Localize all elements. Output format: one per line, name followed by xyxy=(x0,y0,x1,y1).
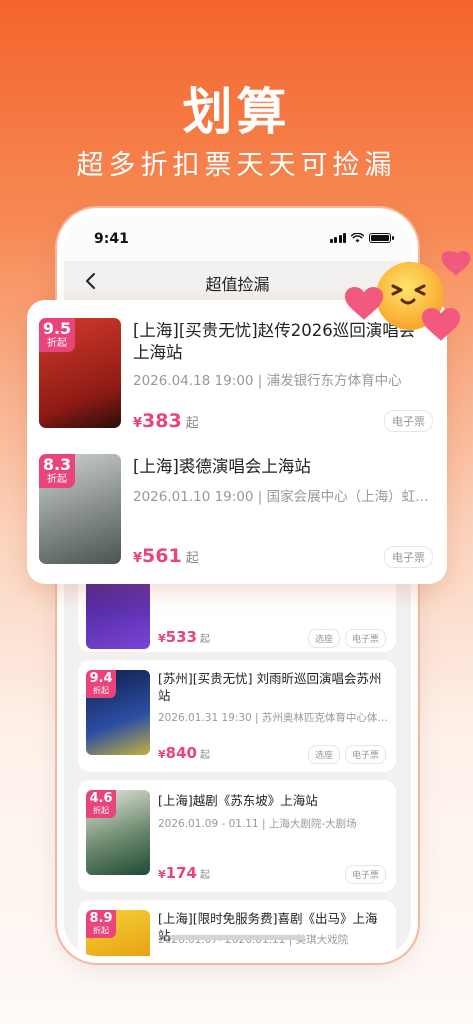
heart-icon xyxy=(344,287,384,320)
tag-eticket: 电子票 xyxy=(384,546,433,568)
battery-icon xyxy=(369,233,394,243)
tag-eticket: 电子票 xyxy=(344,745,386,764)
status-bar: 9:41 xyxy=(64,215,411,261)
discount-badge: 4.6 折起 xyxy=(86,790,116,818)
event-title: [苏州][买贵无忧] 刘雨昕巡回演唱会苏州站 xyxy=(158,671,382,703)
event-poster: 9.4 折起 xyxy=(86,670,150,755)
list-item[interactable]: 8.9 折起 [上海][限时免服务费]喜剧《出马》上海站 2026.01.07- … xyxy=(78,900,396,956)
heart-icon xyxy=(421,308,461,341)
discount-badge: 9.5 折起 xyxy=(39,318,75,352)
price: ¥174 起 xyxy=(158,864,210,882)
event-meta: 2026.01.09 - 01.11 | 上海大剧院-大剧场 xyxy=(158,818,357,830)
discount-badge: 9.4 折起 xyxy=(86,670,116,698)
price: ¥533 起 xyxy=(158,628,210,646)
hero-subtitle: 超多折扣票天天可捡漏 xyxy=(76,150,397,181)
list-item[interactable]: 4.6 折起 [上海]越剧《苏东坡》上海站 2026.01.09 - 01.11 … xyxy=(78,780,396,892)
tag-seat: 选座 xyxy=(307,745,340,764)
event-poster: 4.6 折起 xyxy=(86,790,150,875)
event-meta: 2026.01.31 19:30 | 苏州奥林匹克体育中心体… xyxy=(158,712,388,724)
event-poster: 9.5 折起 xyxy=(39,318,121,428)
status-time: 9:41 xyxy=(94,231,129,247)
discount-badge: 8.3 折起 xyxy=(39,454,75,488)
price: ¥383 起 xyxy=(133,410,199,432)
discount-badge: 8.9 折起 xyxy=(86,910,116,938)
wifi-icon xyxy=(351,233,364,243)
tag-seat: 选座 xyxy=(307,629,340,648)
event-poster: 8.3 折起 xyxy=(39,454,121,564)
list-item[interactable]: 9.4 折起 [苏州][买贵无忧] 刘雨昕巡回演唱会苏州站 2026.01.31 … xyxy=(78,660,396,772)
event-meta: 2026.04.18 19:00 | 浦发银行东方体育中心 xyxy=(133,373,402,389)
hero-title: 划算 xyxy=(182,83,291,141)
home-indicator[interactable] xyxy=(170,935,305,940)
event-title: [上海]裘德演唱会上海站 xyxy=(133,457,311,476)
featured-item[interactable]: 8.3 折起 [上海]裘德演唱会上海站 2026.01.10 19:00 | 国家… xyxy=(27,438,447,578)
event-title: [上海]越剧《苏东坡》上海站 xyxy=(158,793,318,808)
tag-eticket: 电子票 xyxy=(344,629,386,648)
signal-icon xyxy=(329,233,346,243)
tag-eticket: 电子票 xyxy=(344,865,386,884)
event-poster: 8.9 折起 xyxy=(86,910,150,956)
price: ¥561 起 xyxy=(133,545,199,567)
heart-icon xyxy=(441,250,471,276)
price: ¥840 起 xyxy=(158,744,210,762)
event-meta: 2026.01.10 19:00 | 国家会展中心（上海）虹… xyxy=(133,489,429,505)
tag-eticket: 电子票 xyxy=(384,410,433,432)
